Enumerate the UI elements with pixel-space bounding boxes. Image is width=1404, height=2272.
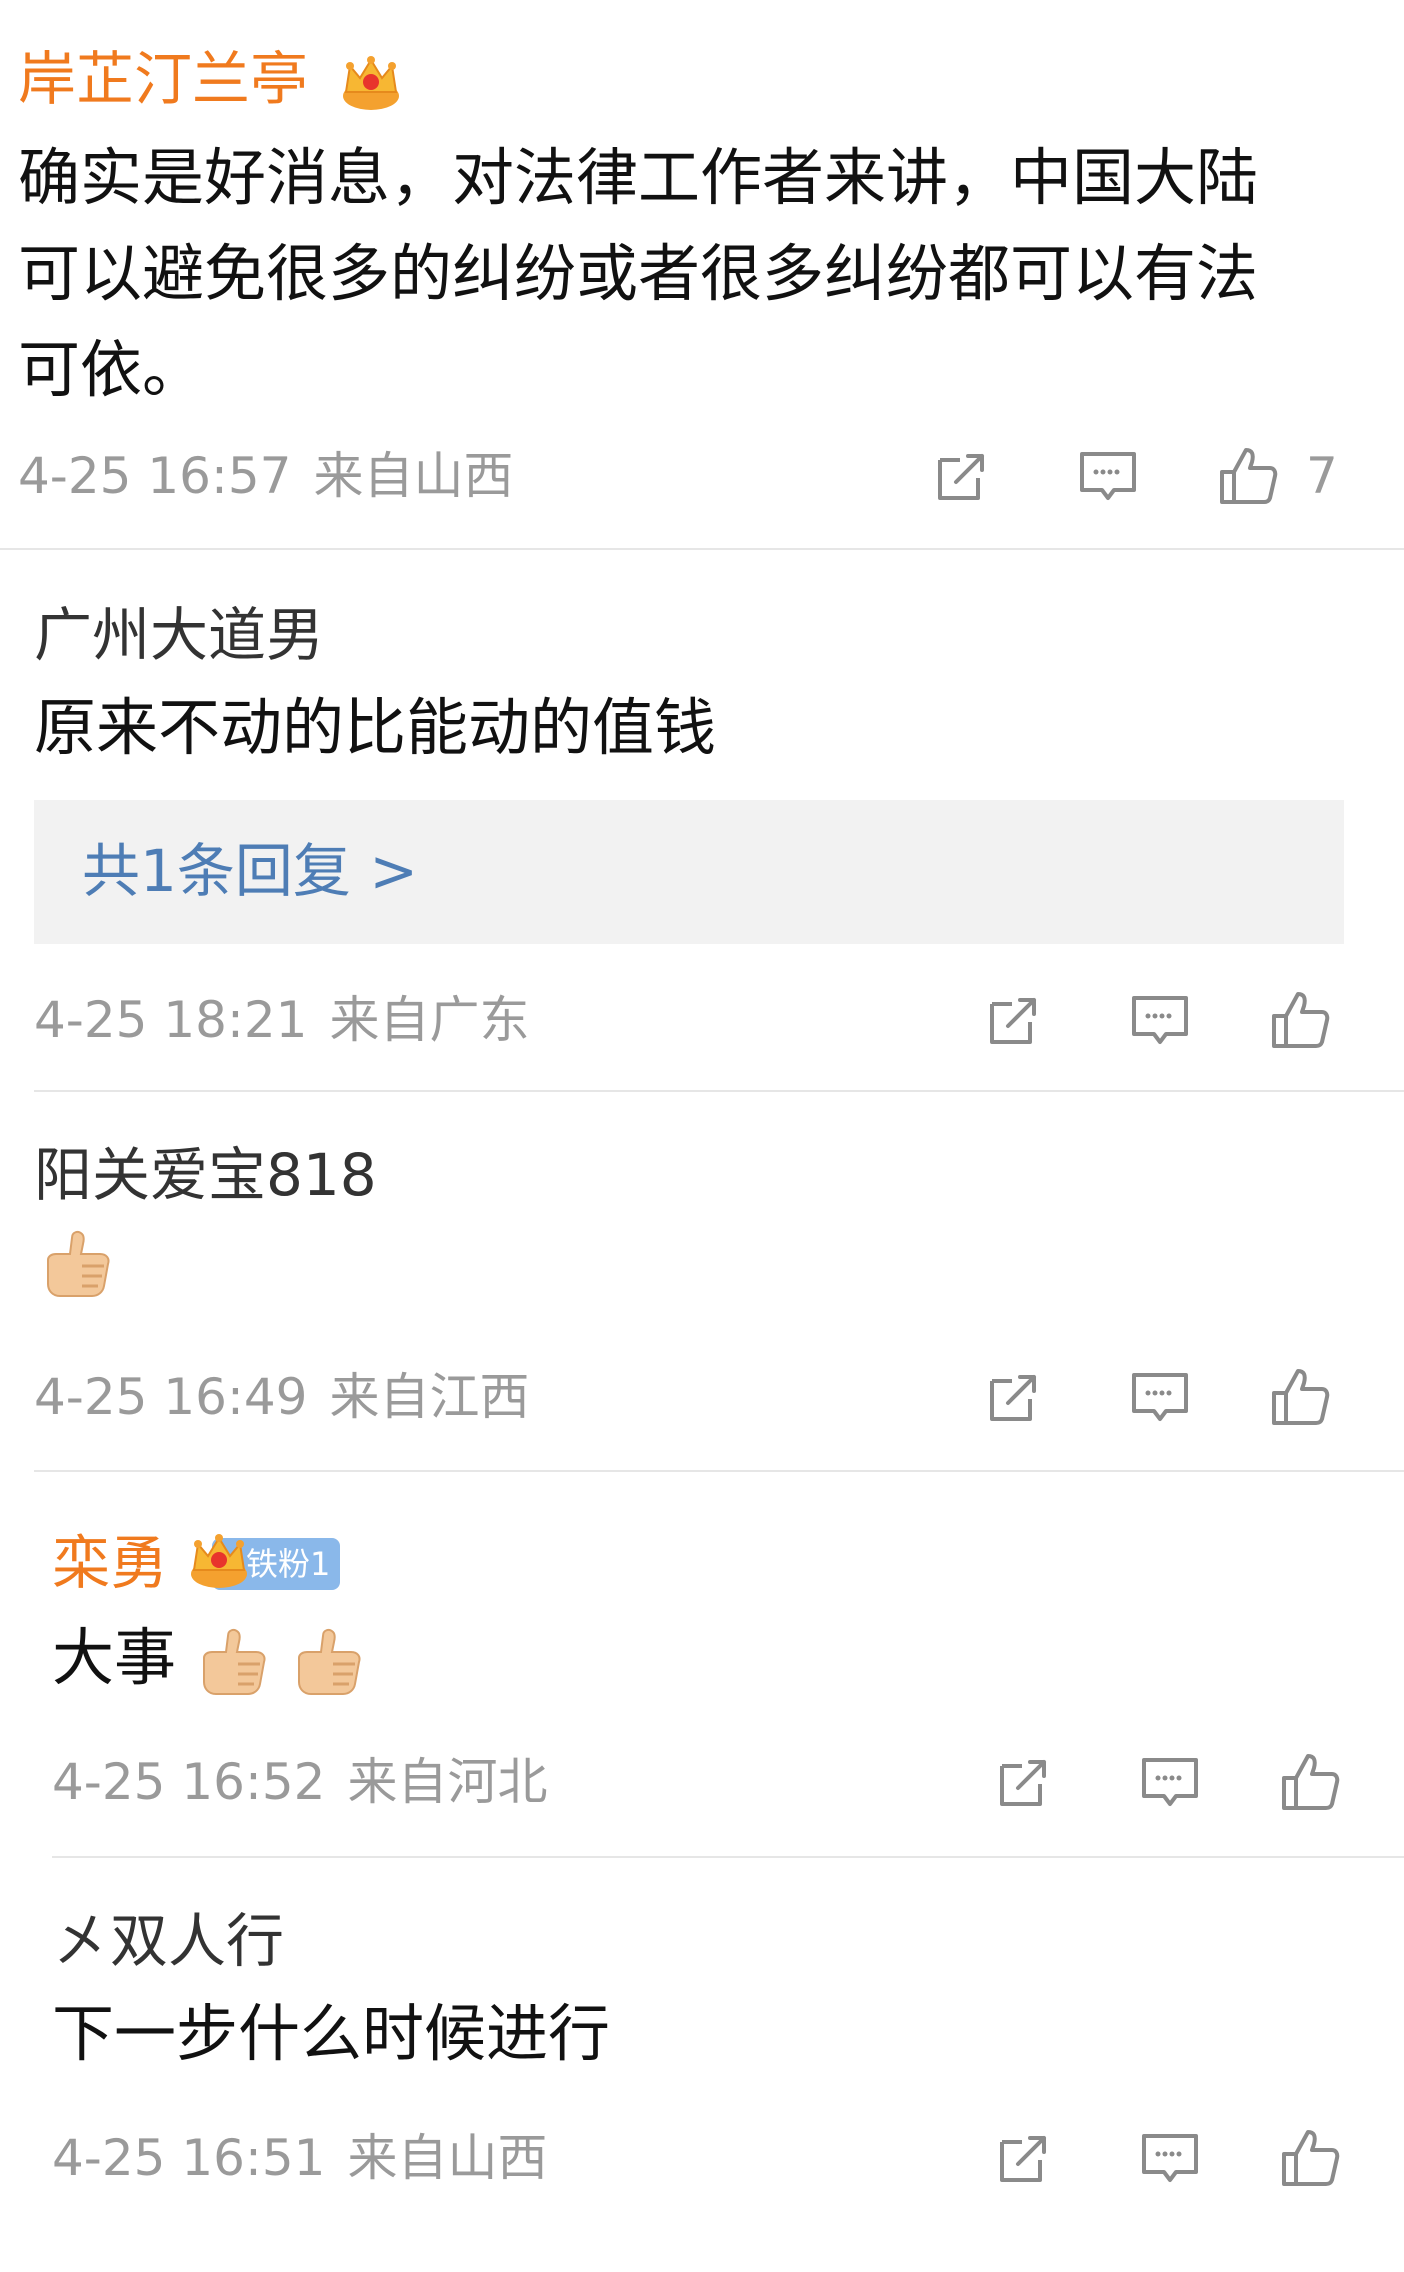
divider [34, 1090, 1404, 1092]
like-icon[interactable] [1264, 1361, 1336, 1433]
like-icon[interactable] [1212, 440, 1284, 512]
fan-badge-label: 铁粉1 [246, 1545, 331, 1583]
comment-icon[interactable] [1124, 1361, 1196, 1433]
comment-actions [0, 2122, 1404, 2194]
like-count: 7 [1306, 447, 1338, 505]
thumbs-up-emoji [291, 1624, 367, 1700]
comment-username[interactable]: 岸芷汀兰亭 [18, 44, 308, 114]
comment-content-line: 原来不动的比能动的值钱 [34, 691, 717, 764]
comment-icon[interactable] [1134, 2122, 1206, 2194]
comment-username[interactable]: 栾勇 [52, 1528, 168, 1598]
comment-actions [0, 984, 1404, 1056]
comment-icon[interactable] [1072, 440, 1144, 512]
comment-username[interactable]: 广州大道男 [34, 600, 324, 670]
comment-content-line: 下一步什么时候进行 [52, 1997, 611, 2070]
crown-icon [338, 50, 404, 116]
comment-content-line: 可以避免很多的纠纷或者很多纠纷都可以有法 [18, 237, 1259, 310]
thumbs-up-emoji [196, 1624, 272, 1700]
reply-link[interactable]: 共1条回复 > [82, 836, 418, 906]
repost-icon[interactable] [978, 1361, 1050, 1433]
divider [0, 548, 1404, 550]
comment-content: 大事 [52, 1610, 367, 1706]
repost-icon[interactable] [988, 2122, 1060, 2194]
comment-actions [0, 1361, 1404, 1433]
comment-content-line: 可依。 [18, 333, 205, 406]
comment-username[interactable]: 阳关爱宝818 [34, 1140, 377, 1210]
divider [52, 1856, 1404, 1858]
comment-content-text: 大事 [52, 1621, 177, 1694]
repost-icon[interactable] [926, 440, 998, 512]
thumbs-up-emoji [40, 1226, 116, 1302]
comment-content [40, 1226, 116, 1302]
divider [34, 1470, 1404, 1472]
crown-icon [186, 1528, 252, 1594]
comment-icon[interactable] [1124, 984, 1196, 1056]
comment-icon[interactable] [1134, 1746, 1206, 1818]
like-icon[interactable] [1274, 2122, 1346, 2194]
comment-content-line: 确实是好消息，对法律工作者来讲，中国大陆 [18, 141, 1259, 214]
comment-actions: 7 [0, 440, 1404, 512]
reply-box[interactable]: 共1条回复 > [34, 800, 1344, 944]
like-icon[interactable] [1264, 984, 1336, 1056]
comment-username[interactable]: 㐅双人行 [52, 1906, 284, 1976]
like-icon[interactable] [1274, 1746, 1346, 1818]
repost-icon[interactable] [978, 984, 1050, 1056]
comment-actions [0, 1746, 1404, 1818]
repost-icon[interactable] [988, 1746, 1060, 1818]
